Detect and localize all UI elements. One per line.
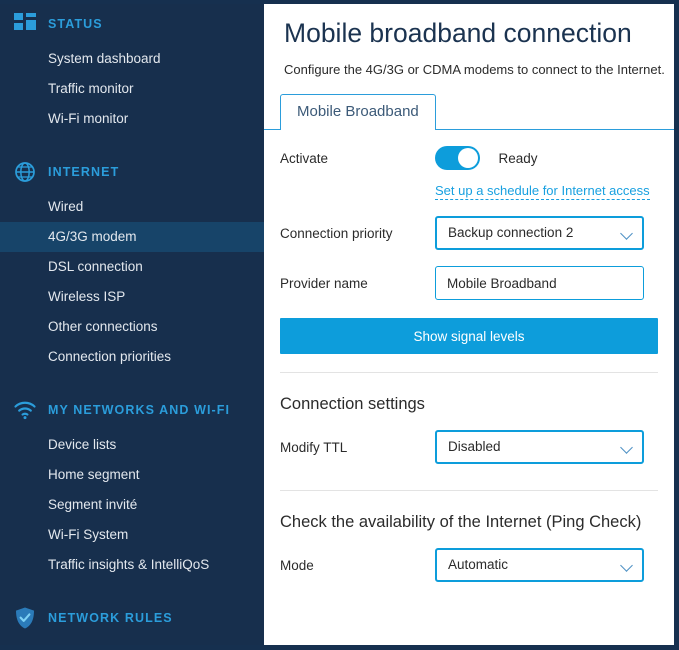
sidebar-item-other-connections[interactable]: Other connections: [0, 312, 264, 342]
page-subtitle: Configure the 4G/3G or CDMA modems to co…: [284, 62, 665, 78]
sidebar-item-traffic-insights[interactable]: Traffic insights & IntelliQoS: [0, 550, 264, 580]
sidebar-group-header-status: STATUS: [0, 4, 264, 44]
row-connection-priority: Connection priority Backup connection 2: [280, 216, 658, 251]
dashboard-grid-icon: [12, 11, 38, 37]
tab-mobile-broadband[interactable]: Mobile Broadband: [280, 94, 436, 131]
section-divider: [280, 372, 658, 374]
activate-label: Activate: [280, 150, 329, 166]
show-signal-levels-button[interactable]: Show signal levels: [280, 318, 658, 355]
setup-schedule-link[interactable]: Set up a schedule for Internet access: [435, 183, 650, 201]
ping-mode-label: Mode: [280, 557, 314, 573]
page-title: Mobile broadband connection: [284, 18, 632, 48]
sidebar-group-header-network-rules: NETWORK RULES: [0, 598, 264, 638]
sidebar-item-traffic-monitor[interactable]: Traffic monitor: [0, 74, 264, 104]
app-window: STATUS System dashboard Traffic monitor …: [0, 0, 679, 650]
modify-ttl-control: Disabled: [435, 430, 658, 465]
modify-ttl-value: Disabled: [448, 439, 501, 455]
activate-state-text: Ready: [498, 150, 538, 166]
sidebar: STATUS System dashboard Traffic monitor …: [0, 4, 264, 645]
sidebar-item-wireless-isp[interactable]: Wireless ISP: [0, 282, 264, 312]
ping-check-title: Check the availability of the Internet (…: [280, 513, 642, 532]
ping-mode-control: Automatic: [435, 548, 658, 583]
sidebar-item-internet-safety[interactable]: Internet safety: [0, 638, 264, 645]
connection-priority-label: Connection priority: [280, 225, 393, 241]
activate-toggle[interactable]: [435, 146, 480, 171]
provider-name-input[interactable]: [435, 266, 644, 301]
sidebar-group-title: NETWORK RULES: [48, 611, 173, 625]
sidebar-item-segment-invite[interactable]: Segment invité: [0, 490, 264, 520]
schedule-link-row: Set up a schedule for Internet access: [280, 182, 658, 201]
sidebar-group-title: STATUS: [48, 17, 103, 31]
sidebar-group-network-rules: NETWORK RULES Internet safety Firewall: [0, 598, 264, 645]
row-modify-ttl: Modify TTL Disabled: [280, 430, 658, 465]
toggle-knob: [458, 148, 478, 169]
chevron-down-icon: [620, 441, 633, 455]
sidebar-group-internet: INTERNET Wired 4G/3G modem DSL connectio…: [0, 152, 264, 372]
sidebar-item-wired[interactable]: Wired: [0, 192, 264, 222]
sidebar-group-header-my-networks: MY NETWORKS AND WI-FI: [0, 390, 264, 430]
row-ping-mode: Mode Automatic: [280, 548, 658, 583]
section-divider: [280, 490, 658, 492]
connection-settings-title: Connection settings: [280, 395, 425, 414]
sidebar-group-status: STATUS System dashboard Traffic monitor …: [0, 4, 264, 134]
sidebar-item-dsl-connection[interactable]: DSL connection: [0, 252, 264, 282]
sidebar-item-wifi-system[interactable]: Wi-Fi System: [0, 520, 264, 550]
sidebar-item-system-dashboard[interactable]: System dashboard: [0, 44, 264, 74]
sidebar-group-header-internet: INTERNET: [0, 152, 264, 192]
connection-priority-value: Backup connection 2: [448, 225, 574, 241]
form-area: Activate Ready Set up a schedule for Int…: [264, 146, 674, 583]
tab-bar: Mobile Broadband: [264, 94, 674, 131]
row-activate: Activate Ready: [280, 146, 658, 171]
sidebar-item-4g-3g-modem[interactable]: 4G/3G modem: [0, 222, 264, 252]
sidebar-group-title: INTERNET: [48, 165, 120, 179]
page-header: Mobile broadband connection Configure th…: [264, 4, 674, 77]
connection-priority-control: Backup connection 2: [435, 216, 658, 251]
globe-icon: [12, 159, 38, 185]
modify-ttl-select[interactable]: Disabled: [435, 430, 644, 465]
sidebar-item-device-lists[interactable]: Device lists: [0, 430, 264, 460]
sidebar-group-my-networks: MY NETWORKS AND WI-FI Device lists Home …: [0, 390, 264, 580]
connection-priority-select[interactable]: Backup connection 2: [435, 216, 644, 251]
ping-mode-select[interactable]: Automatic: [435, 548, 644, 583]
chevron-down-icon: [620, 559, 633, 573]
row-provider-name: Provider name: [280, 266, 658, 301]
ping-mode-value: Automatic: [448, 557, 509, 573]
sidebar-item-connection-priorities[interactable]: Connection priorities: [0, 342, 264, 372]
wifi-icon: [12, 397, 38, 423]
activate-control: Ready: [435, 146, 658, 171]
chevron-down-icon: [620, 227, 633, 241]
sidebar-item-wifi-monitor[interactable]: Wi-Fi monitor: [0, 104, 264, 134]
vertical-scrollbar[interactable]: [669, 4, 674, 645]
sidebar-group-title: MY NETWORKS AND WI-FI: [48, 403, 231, 417]
shield-check-icon: [12, 605, 38, 631]
sidebar-item-home-segment[interactable]: Home segment: [0, 460, 264, 490]
main-content: Mobile broadband connection Configure th…: [264, 4, 674, 645]
modify-ttl-label: Modify TTL: [280, 439, 348, 455]
provider-name-control: [435, 266, 658, 301]
provider-name-label: Provider name: [280, 275, 368, 291]
